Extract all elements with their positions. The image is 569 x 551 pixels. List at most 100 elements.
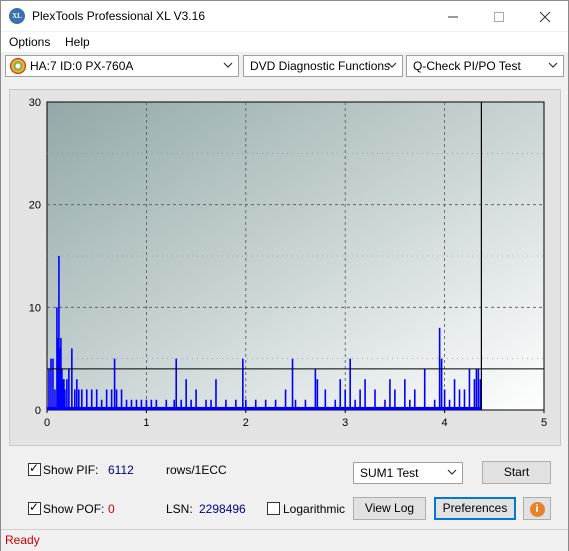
y-tick-label: 20 (29, 200, 41, 212)
x-tick-label: 2 (243, 417, 249, 429)
series-bar (242, 358, 244, 410)
series-bar (423, 368, 426, 410)
series-bar (50, 358, 52, 410)
x-tick-label: 0 (44, 417, 50, 429)
series-bar (316, 379, 319, 410)
series-bar (473, 379, 476, 410)
series-bar (274, 399, 277, 410)
series-bar (54, 389, 56, 410)
series-bar (76, 379, 78, 410)
menu-options[interactable]: Options (9, 35, 50, 49)
disc-icon (10, 58, 26, 74)
y-tick-label: 0 (35, 405, 41, 417)
show-pif-checkbox[interactable] (28, 461, 41, 476)
logarithmic-checkbox[interactable] (267, 502, 280, 515)
pif-unit: rows/1ECC (166, 463, 227, 477)
x-tick-label: 1 (143, 417, 149, 429)
series-bar (190, 399, 192, 410)
series-bar (66, 379, 68, 410)
series-bar (140, 399, 143, 410)
series-bar (463, 389, 466, 410)
series-bar (349, 358, 351, 410)
toolbar: HA:7 ID:0 PX-760A DVD Diagnostic Functio… (1, 53, 568, 81)
function-select[interactable]: DVD Diagnostic Functions (243, 55, 403, 77)
logarithmic-label[interactable]: Logarithmic (283, 502, 345, 516)
maximize-button[interactable] (476, 1, 522, 31)
series-bar (254, 399, 257, 410)
series-bar (100, 399, 103, 410)
series-bar (210, 399, 212, 410)
lsn-value: 2298496 (199, 502, 246, 516)
lsn-label: LSN: (166, 502, 193, 516)
start-button[interactable]: Start (482, 461, 551, 484)
series-bar (354, 399, 356, 410)
controls-panel: Show PIF: 6112 rows/1ECC Show POF: 0 LSN… (9, 453, 559, 525)
app-window: XL PlexTools Professional XL V3.16 Optio… (0, 0, 569, 551)
x-tick-label: 5 (541, 417, 547, 429)
series-bar (113, 358, 116, 410)
menu-help[interactable]: Help (65, 35, 90, 49)
pof-value: 0 (108, 502, 115, 516)
series-bar (95, 389, 98, 410)
series-bar (115, 389, 118, 410)
series-bar (314, 368, 317, 410)
series-bar (291, 358, 294, 410)
series-bar (389, 379, 391, 410)
chevron-down-icon (223, 62, 233, 68)
show-pif-label[interactable]: Show PIF: (43, 463, 98, 477)
show-pof-label[interactable]: Show POF: (43, 502, 104, 516)
series-bar (359, 389, 361, 410)
show-pof-checkbox[interactable] (28, 500, 41, 515)
series-bar (453, 379, 456, 410)
series-bar (78, 389, 80, 410)
x-tick-label: 4 (442, 417, 448, 429)
series-bar (448, 399, 451, 410)
series-bar (344, 389, 346, 410)
minimize-icon (448, 16, 458, 18)
series-bar (413, 389, 416, 410)
series-bar (71, 348, 73, 410)
drive-select[interactable]: HA:7 ID:0 PX-760A (5, 55, 239, 77)
series-bar (120, 389, 123, 410)
series-bar (110, 389, 113, 410)
series-bar (409, 399, 411, 410)
series-bar (155, 399, 158, 410)
minimize-button[interactable] (430, 1, 476, 31)
sum-test-select[interactable]: SUM1 Test (353, 462, 463, 484)
series-bar (294, 399, 297, 410)
series-bar (68, 368, 70, 410)
test-select[interactable]: Q-Check PI/PO Test (406, 55, 564, 77)
series-bar (235, 399, 237, 410)
pi-po-chart: 0 10 20 30 0 1 2 3 4 5 (29, 97, 547, 429)
drive-select-value: HA:7 ID:0 PX-760A (30, 59, 134, 73)
series-bar (394, 389, 396, 410)
menu-bar: Options Help (1, 32, 568, 52)
view-log-button[interactable]: View Log (353, 497, 426, 520)
preferences-button[interactable]: Preferences (434, 497, 516, 520)
series-bar (105, 389, 108, 410)
series-bar (374, 389, 376, 410)
series-bar (339, 379, 342, 410)
series-bar (324, 389, 327, 410)
series-bar (74, 389, 76, 410)
series-bar (440, 358, 443, 410)
series-bar (145, 399, 148, 410)
y-tick-label: 10 (29, 302, 41, 314)
series-bar (195, 389, 197, 410)
series-bar (85, 389, 88, 410)
series-bar (304, 399, 307, 410)
info-icon: i (529, 502, 545, 517)
series-bar (173, 399, 176, 410)
chart-panel: 0 10 20 30 0 1 2 3 4 5 (9, 89, 561, 446)
series-bar (264, 399, 267, 410)
series-bar (225, 399, 227, 410)
title-bar[interactable]: XL PlexTools Professional XL V3.16 (1, 1, 568, 31)
info-button[interactable]: i (523, 497, 551, 520)
close-button[interactable] (522, 1, 568, 31)
series-bar (433, 399, 436, 410)
series-bar (475, 368, 478, 410)
app-icon: XL (9, 8, 25, 24)
series-bar (185, 379, 187, 410)
test-select-value: Q-Check PI/PO Test (413, 59, 521, 73)
series-bar (90, 389, 93, 410)
